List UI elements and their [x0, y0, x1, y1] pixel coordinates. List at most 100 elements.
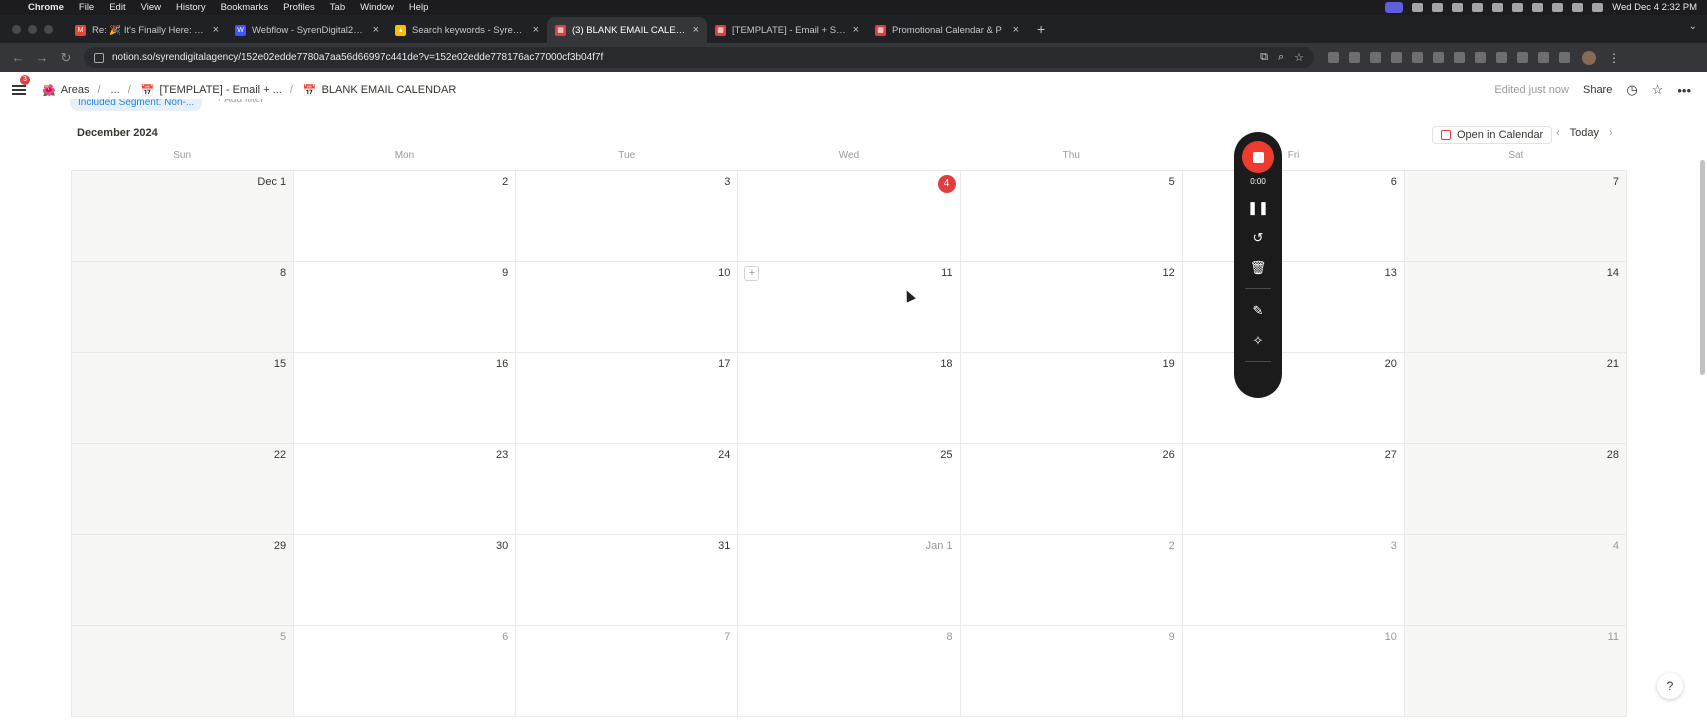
previous-month-icon[interactable]: ‹ — [1556, 127, 1560, 139]
extension-icon[interactable] — [1433, 52, 1444, 63]
profile-avatar[interactable] — [1582, 50, 1596, 65]
control-center-icon[interactable] — [1572, 3, 1584, 12]
calendar-day-cell[interactable]: 14 — [1404, 262, 1627, 353]
extension-icon[interactable] — [1412, 52, 1423, 63]
share-button[interactable]: Share — [1583, 84, 1612, 96]
calendar-day-cell[interactable]: 7 — [1404, 171, 1627, 262]
calendar-day-cell[interactable]: 6 — [294, 626, 517, 717]
calendar-day-cell[interactable]: 9 — [294, 262, 517, 353]
url-text[interactable]: notion.so/syrendigitalagency/152e02edde7… — [112, 52, 1250, 63]
stop-recording-button[interactable] — [1242, 141, 1274, 173]
calendar-day-cell[interactable]: 11 — [1404, 626, 1627, 717]
grammarly-status-icon[interactable] — [1432, 3, 1444, 12]
calendar-day-cell[interactable]: 19 — [960, 353, 1183, 444]
calendar-day-cell[interactable]: 22 — [72, 444, 295, 535]
close-tab-icon[interactable]: × — [373, 24, 379, 36]
calendar-day-cell[interactable]: 7 — [516, 626, 739, 717]
search-icon[interactable] — [1592, 3, 1604, 12]
browser-tab[interactable]: ▦ Promotional Calendar & P × — [867, 17, 1027, 43]
reload-icon[interactable]: ↻ — [54, 50, 78, 66]
calendar-day-cell[interactable]: 15 — [72, 353, 295, 444]
menu-item-history[interactable]: History — [176, 2, 206, 13]
back-icon[interactable]: ← — [6, 50, 30, 65]
wifi-icon[interactable] — [1552, 3, 1564, 12]
bookmark-star-icon[interactable]: ☆ — [1294, 51, 1304, 64]
browser-tab[interactable]: M Re: 🎉 It's Finally Here: The E × — [67, 17, 227, 43]
calendar-day-cell[interactable]: 10 — [516, 262, 739, 353]
open-in-app-icon[interactable]: ⧉ — [1260, 51, 1268, 64]
extension-icon[interactable] — [1349, 52, 1360, 63]
zoom-icon[interactable]: ⌕ — [1278, 51, 1284, 64]
calendar-day-cell[interactable]: 31 — [516, 535, 739, 626]
pencil-icon[interactable]: ✎ — [1253, 303, 1264, 319]
notion-status-icon[interactable] — [1492, 3, 1504, 12]
extension-icon[interactable] — [1454, 52, 1465, 63]
close-tab-icon[interactable]: × — [533, 24, 539, 36]
menu-item-profiles[interactable]: Profiles — [283, 2, 315, 13]
restart-icon[interactable]: ↺ — [1253, 230, 1264, 246]
bookmark-manager-icon[interactable] — [1538, 52, 1549, 63]
filter-pill[interactable]: Included Segment: Non-... — [70, 99, 203, 111]
extension-icon[interactable] — [1391, 52, 1402, 63]
calendar-day-cell[interactable]: 23 — [294, 444, 517, 535]
close-tab-icon[interactable]: × — [693, 24, 699, 36]
calendar-day-cell[interactable]: 8 — [738, 626, 961, 717]
close-tab-icon[interactable]: × — [1013, 24, 1019, 36]
calendar-day-cell[interactable]: 11 + — [738, 262, 961, 353]
favorite-star-icon[interactable]: ☆ — [1652, 82, 1664, 98]
address-bar[interactable]: notion.so/syrendigitalagency/152e02edde7… — [84, 47, 1314, 68]
extension-status-icon[interactable] — [1412, 3, 1424, 12]
calendar-day-cell[interactable]: 3 — [516, 171, 739, 262]
breadcrumb-item[interactable]: 🌺 Areas — [42, 84, 89, 97]
breadcrumb-item[interactable]: 📅 BLANK EMAIL CALENDAR — [303, 84, 456, 97]
zoom-window-button[interactable] — [44, 25, 53, 34]
close-tab-icon[interactable]: × — [853, 24, 859, 36]
calendar-day-cell[interactable]: 26 — [960, 444, 1183, 535]
calendar-day-cell[interactable]: 13 — [1182, 262, 1405, 353]
add-event-button[interactable]: + — [744, 266, 760, 281]
calendar-day-cell[interactable]: 21 — [1404, 353, 1627, 444]
gear-status-icon[interactable] — [1452, 3, 1464, 12]
calendar-day-cell[interactable]: 16 — [294, 353, 517, 444]
volume-icon[interactable] — [1532, 3, 1544, 12]
extension-icon[interactable] — [1328, 52, 1339, 63]
calendar-day-cell[interactable]: 30 — [294, 535, 517, 626]
extension-icon[interactable] — [1496, 52, 1507, 63]
trash-icon[interactable]: 🗑 — [1250, 260, 1267, 276]
calendar-day-cell[interactable]: 3 — [1182, 535, 1405, 626]
calendar-day-cell[interactable]: 25 — [738, 444, 961, 535]
calendar-day-cell[interactable]: 5 — [72, 626, 295, 717]
breadcrumb-item[interactable]: ... — [111, 84, 120, 96]
next-month-icon[interactable]: › — [1609, 127, 1613, 139]
calendar-day-cell[interactable]: 6 — [1182, 171, 1405, 262]
calendar-day-cell[interactable]: 4 — [738, 171, 961, 262]
calendar-day-cell[interactable]: 18 — [738, 353, 961, 444]
new-tab-button[interactable]: + — [1027, 21, 1055, 43]
calendar-day-cell[interactable]: 17 — [516, 353, 739, 444]
browser-tab[interactable]: W Webflow - SyrenDigital2025 × — [227, 17, 387, 43]
calendar-day-cell[interactable]: 12 — [960, 262, 1183, 353]
pause-icon[interactable]: ❚❚ — [1247, 200, 1269, 216]
calendar-day-cell[interactable]: 27 — [1182, 444, 1405, 535]
calendar-day-cell[interactable]: 2 — [294, 171, 517, 262]
help-icon[interactable]: ? — [1657, 673, 1683, 699]
browser-tab[interactable]: ▦ [TEMPLATE] - Email + SMS C × — [707, 17, 867, 43]
today-button[interactable]: Today — [1570, 127, 1599, 139]
calendar-day-cell[interactable]: 9 — [960, 626, 1183, 717]
calendar-day-cell[interactable]: 10 — [1182, 626, 1405, 717]
calendar-day-cell[interactable]: 4 — [1404, 535, 1627, 626]
menu-item-file[interactable]: File — [79, 2, 94, 13]
chrome-menu-icon[interactable]: ⋮ — [1608, 51, 1620, 65]
close-tab-icon[interactable]: × — [213, 24, 219, 36]
browser-tab[interactable]: ▲ Search keywords - Syren Digi × — [387, 17, 547, 43]
site-info-icon[interactable] — [94, 52, 104, 63]
calendar-day-cell[interactable]: Dec 1 — [72, 171, 295, 262]
menubar-clock[interactable]: Wed Dec 4 2:32 PM — [1612, 2, 1697, 13]
minimize-window-button[interactable] — [28, 25, 37, 34]
menu-item-bookmarks[interactable]: Bookmarks — [221, 2, 269, 13]
close-window-button[interactable] — [12, 25, 21, 34]
history-icon[interactable]: ◷ — [1626, 82, 1637, 98]
screen-recorder-status-icon[interactable] — [1385, 2, 1404, 13]
calendar-day-cell[interactable]: 29 — [72, 535, 295, 626]
menu-item-edit[interactable]: Edit — [109, 2, 125, 13]
